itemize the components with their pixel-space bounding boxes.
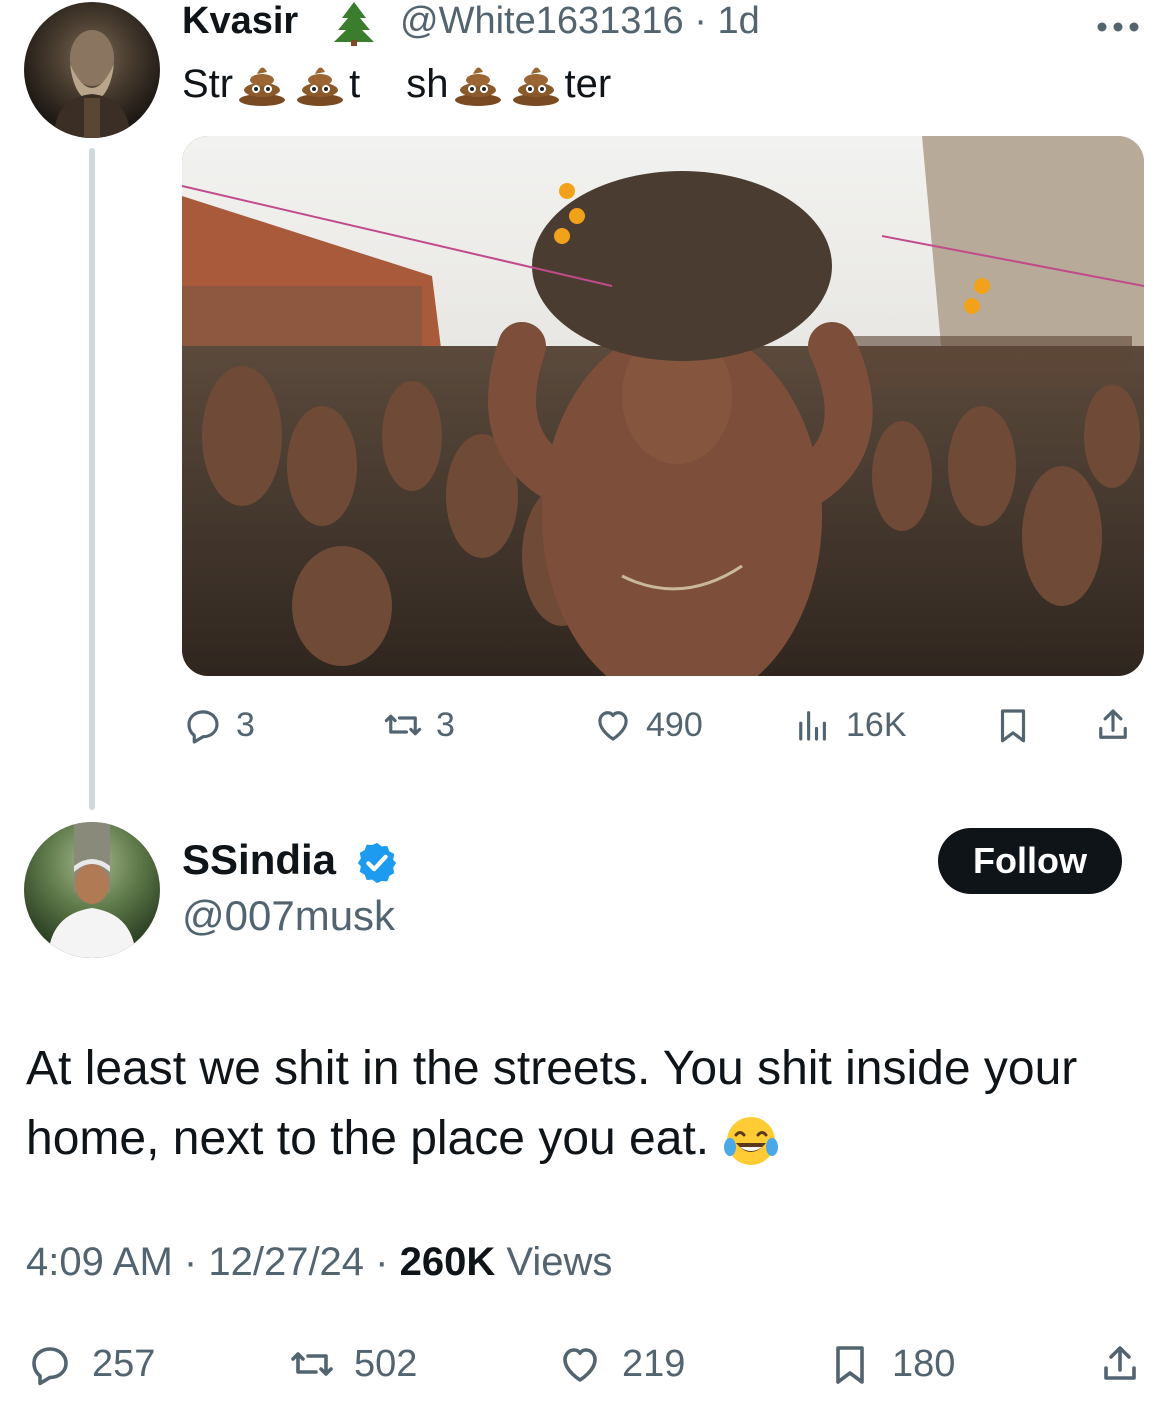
bookmark-icon <box>836 1346 864 1384</box>
follow-button[interactable]: Follow <box>938 828 1122 894</box>
repost-icon <box>384 714 422 736</box>
pile-of-poo-icon <box>237 62 287 107</box>
reply-count: 3 <box>236 705 255 744</box>
parent-action-bar: 3 3 490 16K <box>182 700 1144 750</box>
parent-display-name[interactable]: Kvasir <box>182 0 298 43</box>
analytics-icon <box>799 711 826 741</box>
heart-icon <box>563 1348 597 1382</box>
thread-connector-line <box>89 148 95 810</box>
repost-action[interactable]: 502 <box>288 1336 417 1392</box>
views-total: 260K <box>399 1240 496 1284</box>
reply-count: 257 <box>92 1342 156 1385</box>
like-action[interactable]: 490 <box>592 700 703 750</box>
reply-tweet-text: At least we shit in the streets. You shi… <box>26 1034 1126 1174</box>
parent-tweet-text: Str t sh ter <box>182 60 611 110</box>
pile-of-poo-icon <box>295 62 345 107</box>
more-options-icon[interactable] <box>1094 20 1142 32</box>
avatar-ssindia[interactable] <box>24 822 160 958</box>
avatar-image <box>48 822 136 958</box>
repost-icon <box>291 1352 333 1376</box>
repost-count: 3 <box>436 705 455 744</box>
share-action[interactable] <box>1096 1336 1162 1392</box>
separator-dot: · <box>183 1240 198 1284</box>
pile-of-poo-icon <box>511 62 561 107</box>
tree-icon <box>330 0 378 46</box>
reply-text-body: At least we shit in the streets. You shi… <box>26 1042 1078 1165</box>
verified-badge-icon <box>354 840 400 886</box>
text-part-2: t <box>349 61 361 106</box>
like-action[interactable]: 219 <box>556 1336 685 1392</box>
tweet-date[interactable]: 12/27/24 <box>208 1240 364 1284</box>
parent-time-ago[interactable]: 1d <box>717 0 759 42</box>
tweet-photo[interactable] <box>182 136 1144 676</box>
views-action[interactable]: 16K <box>792 700 907 750</box>
repost-action[interactable]: 3 <box>382 700 455 750</box>
parent-handle[interactable]: @White1631316 <box>400 0 684 42</box>
like-count: 219 <box>622 1342 686 1385</box>
repost-count: 502 <box>354 1342 418 1385</box>
share-icon <box>1099 709 1127 739</box>
bookmark-count: 180 <box>892 1342 956 1385</box>
parent-handle-time[interactable]: @White1631316 · 1d <box>400 0 760 43</box>
tweet-meta: 4:09 AM · 12/27/24 · 260K Views <box>26 1240 612 1285</box>
avatar-image <box>54 30 130 138</box>
text-part-3: sh <box>406 61 449 106</box>
laughing-tears-icon <box>722 1113 780 1169</box>
share-action[interactable] <box>1092 700 1146 750</box>
separator-dot: · <box>375 1240 389 1284</box>
like-count: 490 <box>646 705 703 744</box>
views-label: Views <box>506 1240 613 1284</box>
reply-display-name[interactable]: SSindia <box>182 836 336 884</box>
bookmark-action[interactable]: 180 <box>826 1336 955 1392</box>
text-part-4: ter <box>564 61 612 106</box>
bookmark-icon <box>1000 709 1026 743</box>
pile-of-poo-icon <box>453 62 503 107</box>
reply-icon <box>187 710 219 744</box>
separator-dot: · <box>694 0 707 42</box>
reply-action[interactable]: 3 <box>182 700 255 750</box>
views-count: 16K <box>846 705 907 744</box>
tweet-time[interactable]: 4:09 AM <box>26 1240 173 1284</box>
reply-icon <box>32 1347 68 1386</box>
reply-handle[interactable]: @007musk <box>182 892 395 940</box>
reply-action-bar: 257 502 219 180 <box>26 1336 1144 1392</box>
avatar-kvasir[interactable] <box>24 2 160 138</box>
heart-icon <box>598 711 628 741</box>
reply-action[interactable]: 257 <box>26 1336 155 1392</box>
text-part-1: Str <box>182 61 234 106</box>
share-icon <box>1104 1346 1136 1380</box>
bookmark-action[interactable] <box>992 700 1046 750</box>
